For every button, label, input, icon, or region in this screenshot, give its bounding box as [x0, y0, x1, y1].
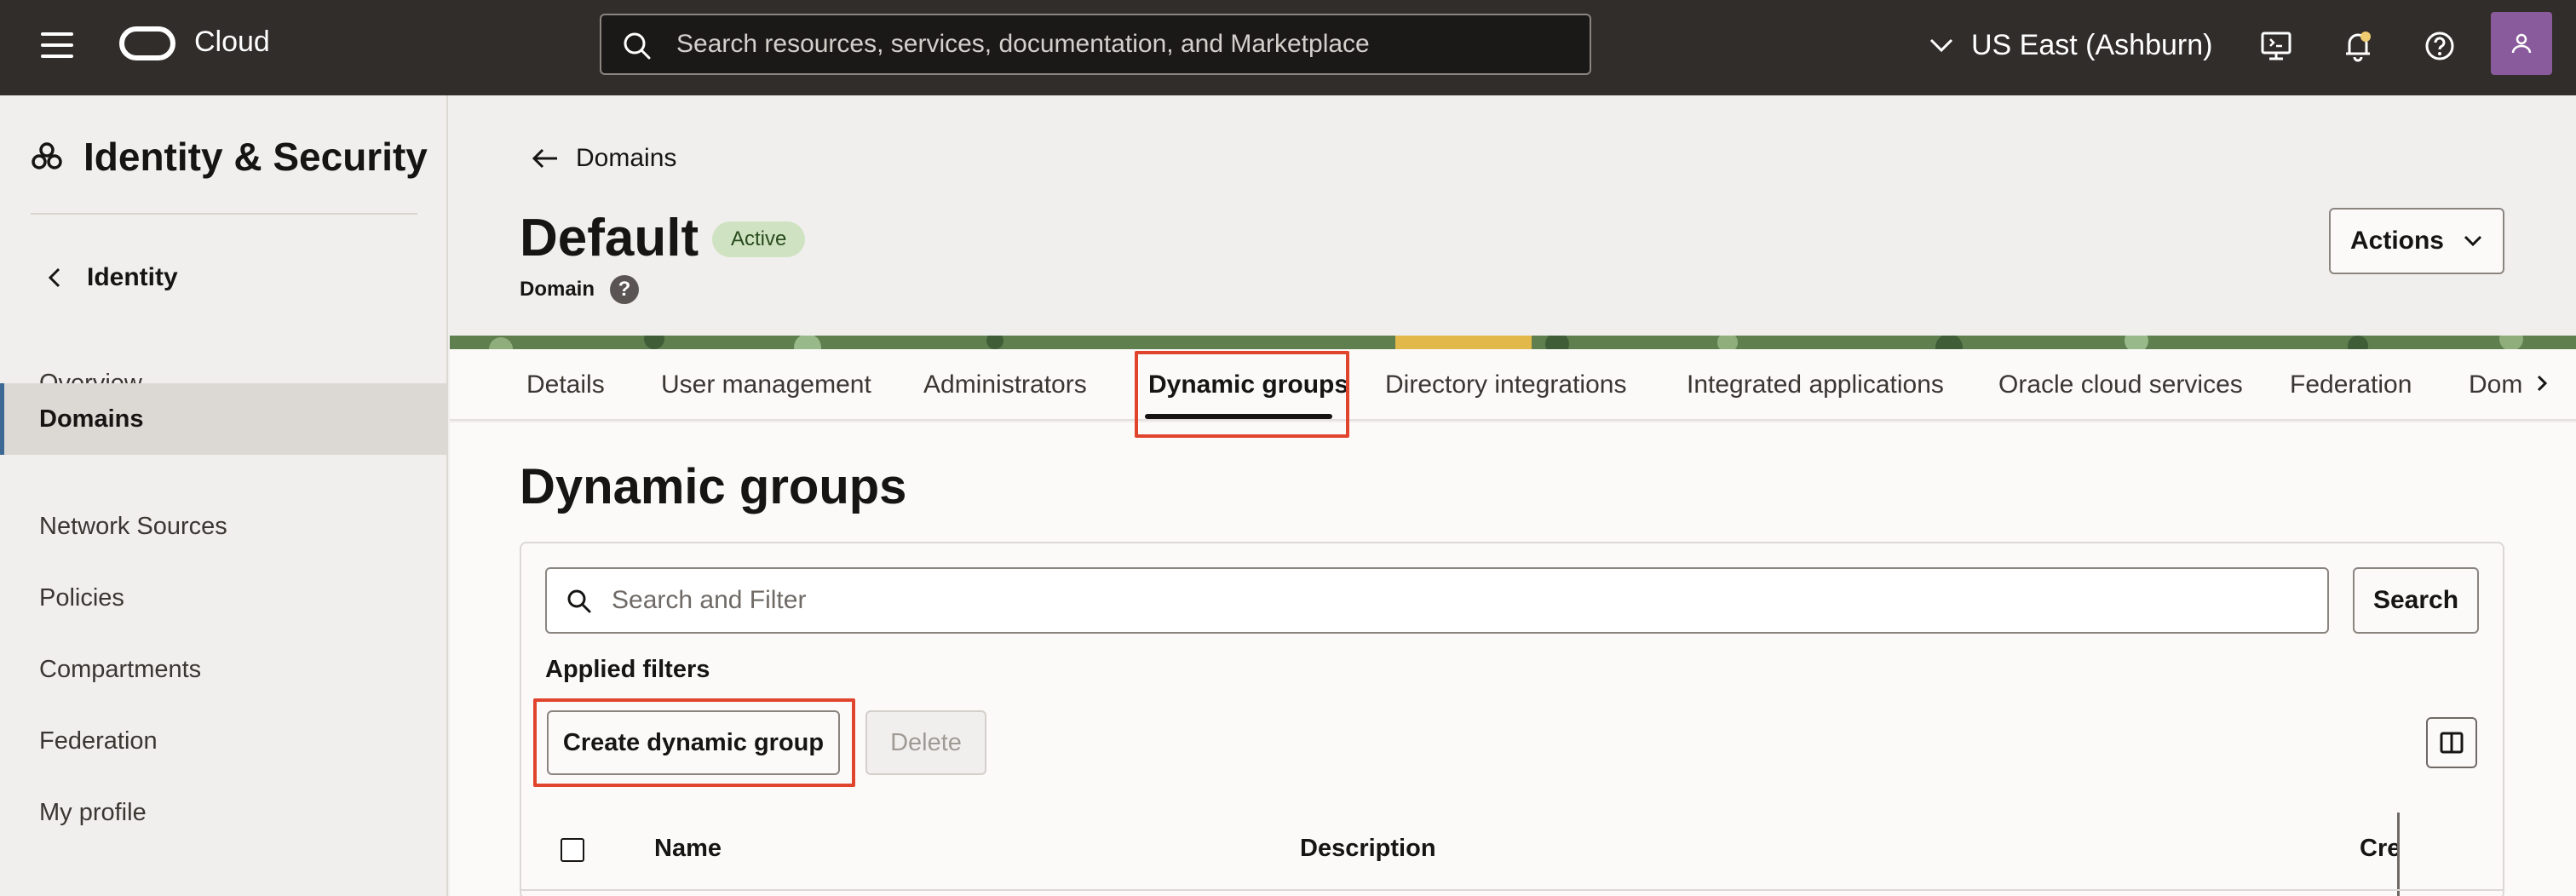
- region-label: US East (Ashburn): [1971, 28, 2213, 61]
- menu-icon[interactable]: [41, 32, 73, 58]
- page-title: Default: [520, 209, 699, 267]
- tab-administrators[interactable]: Administrators: [923, 349, 1087, 421]
- tab-details[interactable]: Details: [526, 349, 605, 421]
- actions-button[interactable]: Actions: [2329, 208, 2504, 274]
- tab-domain-truncated[interactable]: Dom: [2469, 349, 2523, 421]
- search-icon: [624, 32, 651, 60]
- sidebar-back-identity[interactable]: Identity: [48, 259, 178, 296]
- tab-integrated-applications[interactable]: Integrated applications: [1687, 349, 1944, 421]
- back-to-domains-link[interactable]: Domains: [532, 140, 676, 177]
- chevron-down-icon: [2464, 235, 2482, 247]
- sidebar-item-my-profile[interactable]: My profile: [0, 777, 446, 848]
- tab-oracle-cloud-services[interactable]: Oracle cloud services: [1998, 349, 2243, 421]
- tab-user-management[interactable]: User management: [661, 349, 871, 421]
- sidebar: Identity & Security Identity Overview Do…: [0, 95, 448, 896]
- column-resize-handle[interactable]: [2397, 813, 2400, 896]
- notifications-icon[interactable]: [2337, 26, 2378, 66]
- applied-filters-label: Applied filters: [545, 656, 710, 683]
- help-icon[interactable]: [2419, 26, 2460, 66]
- brand-label[interactable]: Cloud: [194, 26, 270, 59]
- sidebar-item-network-sources[interactable]: Network Sources: [0, 491, 446, 562]
- avatar[interactable]: [2491, 12, 2552, 75]
- cloud-shell-icon[interactable]: [2256, 26, 2297, 66]
- filter-search-input[interactable]: [612, 569, 2298, 632]
- user-icon: [2511, 33, 2532, 54]
- tab-dynamic-groups[interactable]: Dynamic groups: [1148, 349, 1348, 421]
- columns-toggle-button[interactable]: [2426, 717, 2477, 768]
- tab-federation[interactable]: Federation: [2290, 349, 2412, 421]
- sidebar-title: Identity & Security: [31, 131, 428, 182]
- sidebar-divider: [31, 213, 417, 215]
- column-header-description[interactable]: Description: [1300, 835, 1436, 863]
- tab-directory-integrations[interactable]: Directory integrations: [1385, 349, 1626, 421]
- column-header-created[interactable]: Cre: [2360, 835, 2397, 863]
- global-search[interactable]: [600, 14, 1591, 75]
- sidebar-item-compartments[interactable]: Compartments: [0, 634, 446, 705]
- decorative-banner: [450, 336, 2576, 349]
- search-icon: [567, 589, 591, 613]
- section-title: Dynamic groups: [520, 459, 907, 514]
- column-header-name[interactable]: Name: [654, 835, 722, 863]
- select-all-checkbox[interactable]: [561, 838, 584, 862]
- sidebar-item-federation[interactable]: Federation: [0, 705, 446, 777]
- tab-bar: Details User management Administrators D…: [450, 349, 2576, 421]
- global-search-input[interactable]: [676, 15, 1579, 73]
- sidebar-item-domains[interactable]: Domains: [0, 383, 446, 455]
- arrow-left-icon: [532, 148, 557, 169]
- help-icon[interactable]: ?: [610, 275, 640, 304]
- chevron-down-icon: [1929, 38, 1953, 53]
- table-divider: [521, 889, 2503, 891]
- create-dynamic-group-button[interactable]: Create dynamic group: [547, 710, 840, 775]
- filter-search[interactable]: [545, 567, 2329, 634]
- oracle-logo-icon[interactable]: [119, 26, 175, 60]
- identity-security-icon: [32, 142, 62, 169]
- chevron-left-icon: [48, 267, 60, 288]
- search-button[interactable]: Search: [2353, 567, 2479, 634]
- columns-icon: [2440, 732, 2464, 754]
- chevron-right-icon[interactable]: [2530, 366, 2554, 400]
- sidebar-item-policies[interactable]: Policies: [0, 562, 446, 634]
- delete-button[interactable]: Delete: [865, 710, 986, 775]
- page-subtitle: Domain ?: [520, 273, 640, 307]
- active-tab-indicator: [1145, 414, 1332, 419]
- status-badge: Active: [712, 221, 806, 257]
- top-bar: Cloud US East (Ashburn): [0, 0, 2576, 95]
- region-selector[interactable]: US East (Ashburn): [1929, 24, 2212, 66]
